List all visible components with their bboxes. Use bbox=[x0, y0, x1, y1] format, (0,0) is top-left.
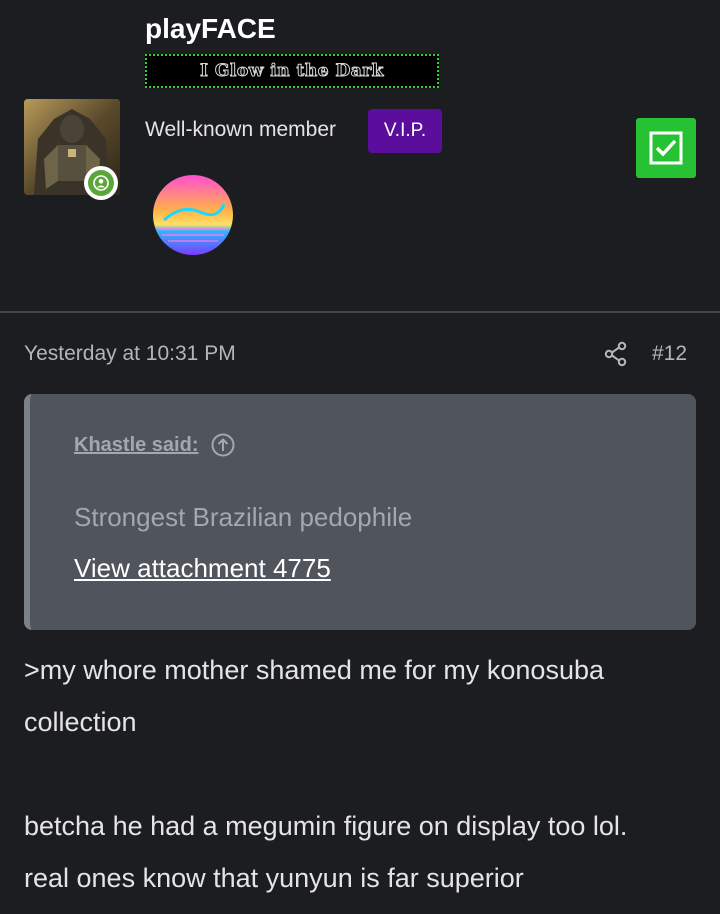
username[interactable]: playFACE bbox=[145, 12, 276, 46]
page: playFACE I Glow in the Dark Well-known m… bbox=[0, 0, 720, 914]
vip-badge: V.I.P. bbox=[368, 109, 442, 153]
quote-text: Strongest Brazilian pedophile bbox=[74, 502, 413, 532]
arrow-up-circle-icon[interactable] bbox=[210, 432, 236, 458]
member-title: Well-known member bbox=[145, 118, 336, 141]
header-divider bbox=[0, 311, 720, 313]
attachment-link[interactable]: View attachment 4775 bbox=[74, 551, 331, 585]
quote-block: Khastle said: Strongest Brazilian pedoph… bbox=[24, 394, 696, 630]
post-body: >my whore mother shamed me for my konosu… bbox=[24, 644, 704, 904]
user-online-icon bbox=[88, 170, 114, 196]
quote-author-link[interactable]: Khastle said: bbox=[74, 434, 198, 457]
user-header: playFACE I Glow in the Dark Well-known m… bbox=[0, 0, 720, 312]
post-body-line: collection bbox=[24, 707, 137, 737]
avatar-container[interactable] bbox=[24, 99, 120, 200]
post-body-line: real ones know that yunyun is far superi… bbox=[24, 863, 524, 893]
select-post-checkbox[interactable] bbox=[636, 118, 696, 178]
post-body-line: betcha he had a megumin figure on displa… bbox=[24, 811, 628, 841]
post-timestamp[interactable]: Yesterday at 10:31 PM bbox=[24, 340, 236, 368]
share-icon[interactable] bbox=[603, 341, 629, 367]
trophy-medal-icon[interactable] bbox=[152, 174, 234, 256]
online-status-badge bbox=[84, 166, 118, 200]
checkbox-checked-icon bbox=[649, 131, 683, 165]
post-body-line: >my whore mother shamed me for my konosu… bbox=[24, 655, 604, 685]
quote-header: Khastle said: bbox=[74, 432, 236, 458]
post-number-link[interactable]: #12 bbox=[652, 340, 687, 368]
user-banner-text: I Glow in the Dark bbox=[200, 61, 384, 82]
user-banner: I Glow in the Dark bbox=[145, 54, 439, 88]
